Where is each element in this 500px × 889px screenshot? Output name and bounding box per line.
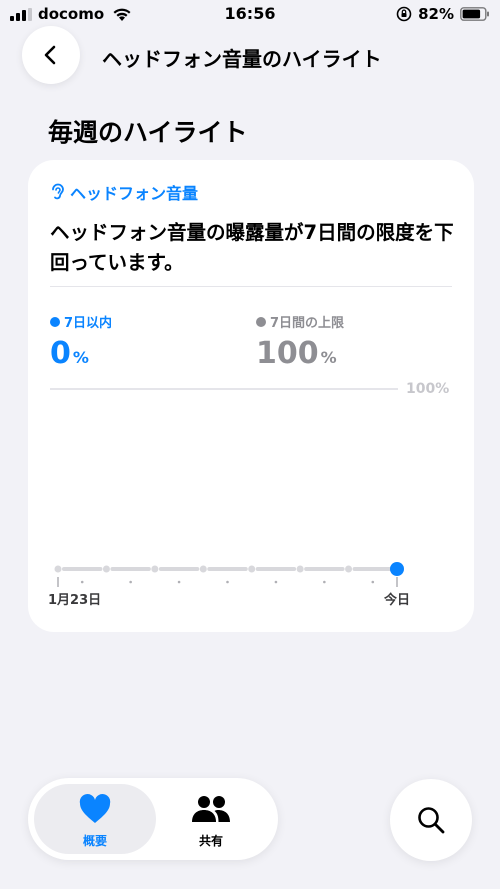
chevron-left-icon — [44, 45, 56, 65]
people-icon — [192, 796, 230, 822]
screen: docomo 16:56 82% ヘッドフォン音量のハイライト 毎週のハイライト… — [0, 0, 500, 889]
data-point — [102, 565, 110, 573]
data-point — [296, 565, 304, 573]
battery-icon — [460, 7, 489, 21]
data-point — [151, 565, 159, 573]
tab-summary[interactable]: 概要 — [34, 784, 156, 854]
data-point — [345, 565, 353, 573]
data-point — [54, 565, 62, 573]
page-title: ヘッドフォン音量のハイライト — [102, 47, 382, 71]
battery-percent: 82% — [418, 5, 454, 23]
back-button[interactable] — [22, 26, 80, 84]
minor-tick — [226, 580, 229, 584]
tab-summary-label: 概要 — [82, 834, 107, 848]
tab-share-label: 共有 — [198, 834, 223, 848]
status-bar: docomo 16:56 82% — [0, 0, 500, 30]
minor-tick — [323, 580, 326, 584]
search-button[interactable] — [390, 779, 472, 861]
minor-tick — [177, 580, 181, 584]
minor-tick — [80, 580, 84, 584]
section-title: 毎週のハイライト — [48, 118, 248, 147]
search-icon — [418, 807, 445, 834]
tab-share[interactable]: 共有 — [150, 784, 272, 854]
tab-bar: 概要 共有 — [28, 778, 278, 860]
highlight-card[interactable]: ヘッドフォン音量 ヘッドフォン音量の曝露量が7日間の限度を下回っています。 7日… — [28, 160, 474, 632]
status-right: 82% — [396, 5, 490, 23]
data-point-today — [390, 562, 404, 576]
x-tick-label: 今日 — [383, 592, 410, 608]
data-point — [248, 565, 256, 573]
minor-tick — [129, 580, 132, 584]
heart-icon — [79, 794, 111, 823]
minor-tick — [371, 580, 375, 584]
exposure-chart: 1月23日 今日 — [48, 562, 410, 608]
minor-tick — [274, 580, 278, 584]
orientation-lock-icon — [396, 6, 412, 22]
x-tick-label: 1月23日 — [48, 593, 101, 608]
data-point — [199, 565, 207, 573]
